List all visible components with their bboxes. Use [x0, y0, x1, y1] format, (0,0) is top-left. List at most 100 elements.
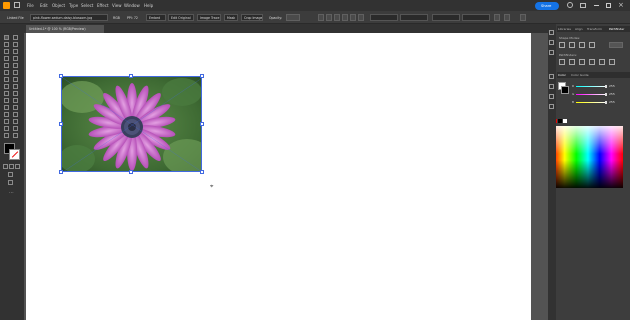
rotate-tool-icon[interactable]	[4, 84, 9, 89]
menu-file[interactable]: File	[27, 3, 34, 8]
tab-pathfinder[interactable]: Pathfinder	[609, 27, 624, 31]
color-mode-icon[interactable]	[3, 164, 8, 169]
menu-help[interactable]: Help	[144, 3, 153, 8]
handle-top-right[interactable]	[200, 74, 204, 78]
stroke-panel-icon[interactable]	[549, 104, 554, 109]
tab-color-guide[interactable]: Color Guide	[571, 73, 589, 77]
align-bottom-icon[interactable]	[358, 14, 364, 21]
handle-bottom-middle[interactable]	[129, 170, 133, 174]
artboard-canvas[interactable]: ⌖	[26, 33, 531, 320]
intersect-icon[interactable]	[579, 42, 585, 48]
minimize-icon[interactable]	[594, 5, 599, 6]
properties-panel-icon[interactable]	[549, 30, 554, 35]
pen-tool-icon[interactable]	[4, 49, 9, 54]
crop-icon[interactable]	[589, 59, 595, 65]
placed-image-selection[interactable]	[61, 76, 202, 172]
b-slider-knob[interactable]	[605, 101, 607, 104]
opacity-stepper[interactable]	[286, 14, 300, 21]
menu-view[interactable]: View	[112, 3, 122, 8]
mesh-tool-icon[interactable]	[4, 105, 9, 110]
home-icon[interactable]	[14, 2, 20, 8]
artboard-tool-icon[interactable]	[4, 126, 9, 131]
height-field[interactable]	[462, 14, 490, 21]
color-stroke-swatch[interactable]	[561, 86, 569, 94]
crop-image-button[interactable]: Crop Image	[241, 14, 263, 21]
maximize-icon[interactable]	[606, 3, 611, 8]
draw-mode-icon[interactable]	[8, 172, 13, 177]
symbols-panel-icon[interactable]	[549, 94, 554, 99]
swatches-panel-icon[interactable]	[549, 74, 554, 79]
align-top-icon[interactable]	[342, 14, 348, 21]
tab-color[interactable]: Color	[558, 73, 566, 77]
share-button[interactable]: Share	[535, 2, 559, 10]
tab-transform[interactable]: Transform	[587, 27, 602, 31]
x-field[interactable]	[370, 14, 398, 21]
outline-icon[interactable]	[599, 59, 605, 65]
channel-b-value[interactable]: 255	[609, 100, 615, 104]
menu-edit[interactable]: Edit	[40, 3, 48, 8]
menu-type[interactable]: Type	[69, 3, 78, 8]
menu-window[interactable]: Window	[124, 3, 140, 8]
transform-icon[interactable]	[494, 14, 500, 21]
tab-align[interactable]: Align	[575, 27, 583, 31]
tab-libraries[interactable]: Libraries	[558, 27, 571, 31]
more-tools-icon[interactable]: ···	[9, 190, 14, 196]
divide-icon[interactable]	[559, 59, 565, 65]
menu-effect[interactable]: Effect	[97, 3, 109, 8]
zoom-tool-icon[interactable]	[13, 133, 18, 138]
mask-button[interactable]: Mask	[224, 14, 238, 21]
stroke-swatch[interactable]	[9, 149, 20, 160]
handle-bottom-left[interactable]	[59, 170, 63, 174]
menu-object[interactable]: Object	[52, 3, 65, 8]
expand-button[interactable]	[609, 42, 623, 48]
libraries-panel-icon[interactable]	[549, 50, 554, 55]
brushes-panel-icon[interactable]	[549, 84, 554, 89]
screen-mode-icon[interactable]	[8, 180, 13, 185]
eyedropper-tool-icon[interactable]	[4, 112, 9, 117]
scale-tool-icon[interactable]	[13, 84, 18, 89]
width-field[interactable]	[432, 14, 460, 21]
selection-tool-icon[interactable]	[4, 35, 9, 40]
hand-tool-icon[interactable]	[4, 133, 9, 138]
menu-select[interactable]: Select	[81, 3, 93, 8]
width-tool-icon[interactable]	[4, 91, 9, 96]
none-mode-icon[interactable]	[15, 164, 20, 169]
free-transform-tool-icon[interactable]	[13, 91, 18, 96]
arrange-icon[interactable]	[504, 14, 510, 21]
merge-icon[interactable]	[579, 59, 585, 65]
search-icon[interactable]	[567, 2, 573, 8]
exclude-icon[interactable]	[589, 42, 595, 48]
minus-back-icon[interactable]	[609, 59, 615, 65]
b-slider[interactable]	[576, 102, 606, 103]
magic-wand-tool-icon[interactable]	[4, 42, 9, 47]
minus-front-icon[interactable]	[569, 42, 575, 48]
perspective-grid-tool-icon[interactable]	[13, 98, 18, 103]
panel-menu-icon[interactable]	[520, 14, 526, 21]
align-vcenter-icon[interactable]	[350, 14, 356, 21]
r-slider-knob[interactable]	[605, 85, 607, 88]
symbol-sprayer-tool-icon[interactable]	[4, 119, 9, 124]
handle-top-middle[interactable]	[129, 74, 133, 78]
handle-bottom-right[interactable]	[200, 170, 204, 174]
edit-original-button[interactable]: Edit Original	[168, 14, 194, 21]
workspace-icon[interactable]	[580, 3, 586, 8]
blend-tool-icon[interactable]	[13, 112, 18, 117]
image-trace-button[interactable]: Image Trace	[197, 14, 221, 21]
align-hcenter-icon[interactable]	[326, 14, 332, 21]
handle-top-left[interactable]	[59, 74, 63, 78]
rectangle-tool-icon[interactable]	[4, 63, 9, 68]
column-graph-tool-icon[interactable]	[13, 119, 18, 124]
y-field[interactable]	[400, 14, 428, 21]
g-slider-knob[interactable]	[605, 93, 607, 96]
white-swatch[interactable]	[563, 119, 567, 123]
trim-icon[interactable]	[569, 59, 575, 65]
scissors-tool-icon[interactable]	[13, 77, 18, 82]
close-icon[interactable]: ×	[618, 1, 624, 9]
link-filename-field[interactable]: pink-flower-sedum-daisy-blossom.jpg	[30, 14, 108, 21]
embed-button[interactable]: Embed	[146, 14, 166, 21]
paintbrush-tool-icon[interactable]	[13, 63, 18, 68]
curvature-tool-icon[interactable]	[13, 49, 18, 54]
black-swatch[interactable]	[558, 119, 562, 123]
color-spectrum[interactable]	[553, 126, 623, 188]
shape-builder-tool-icon[interactable]	[4, 98, 9, 103]
